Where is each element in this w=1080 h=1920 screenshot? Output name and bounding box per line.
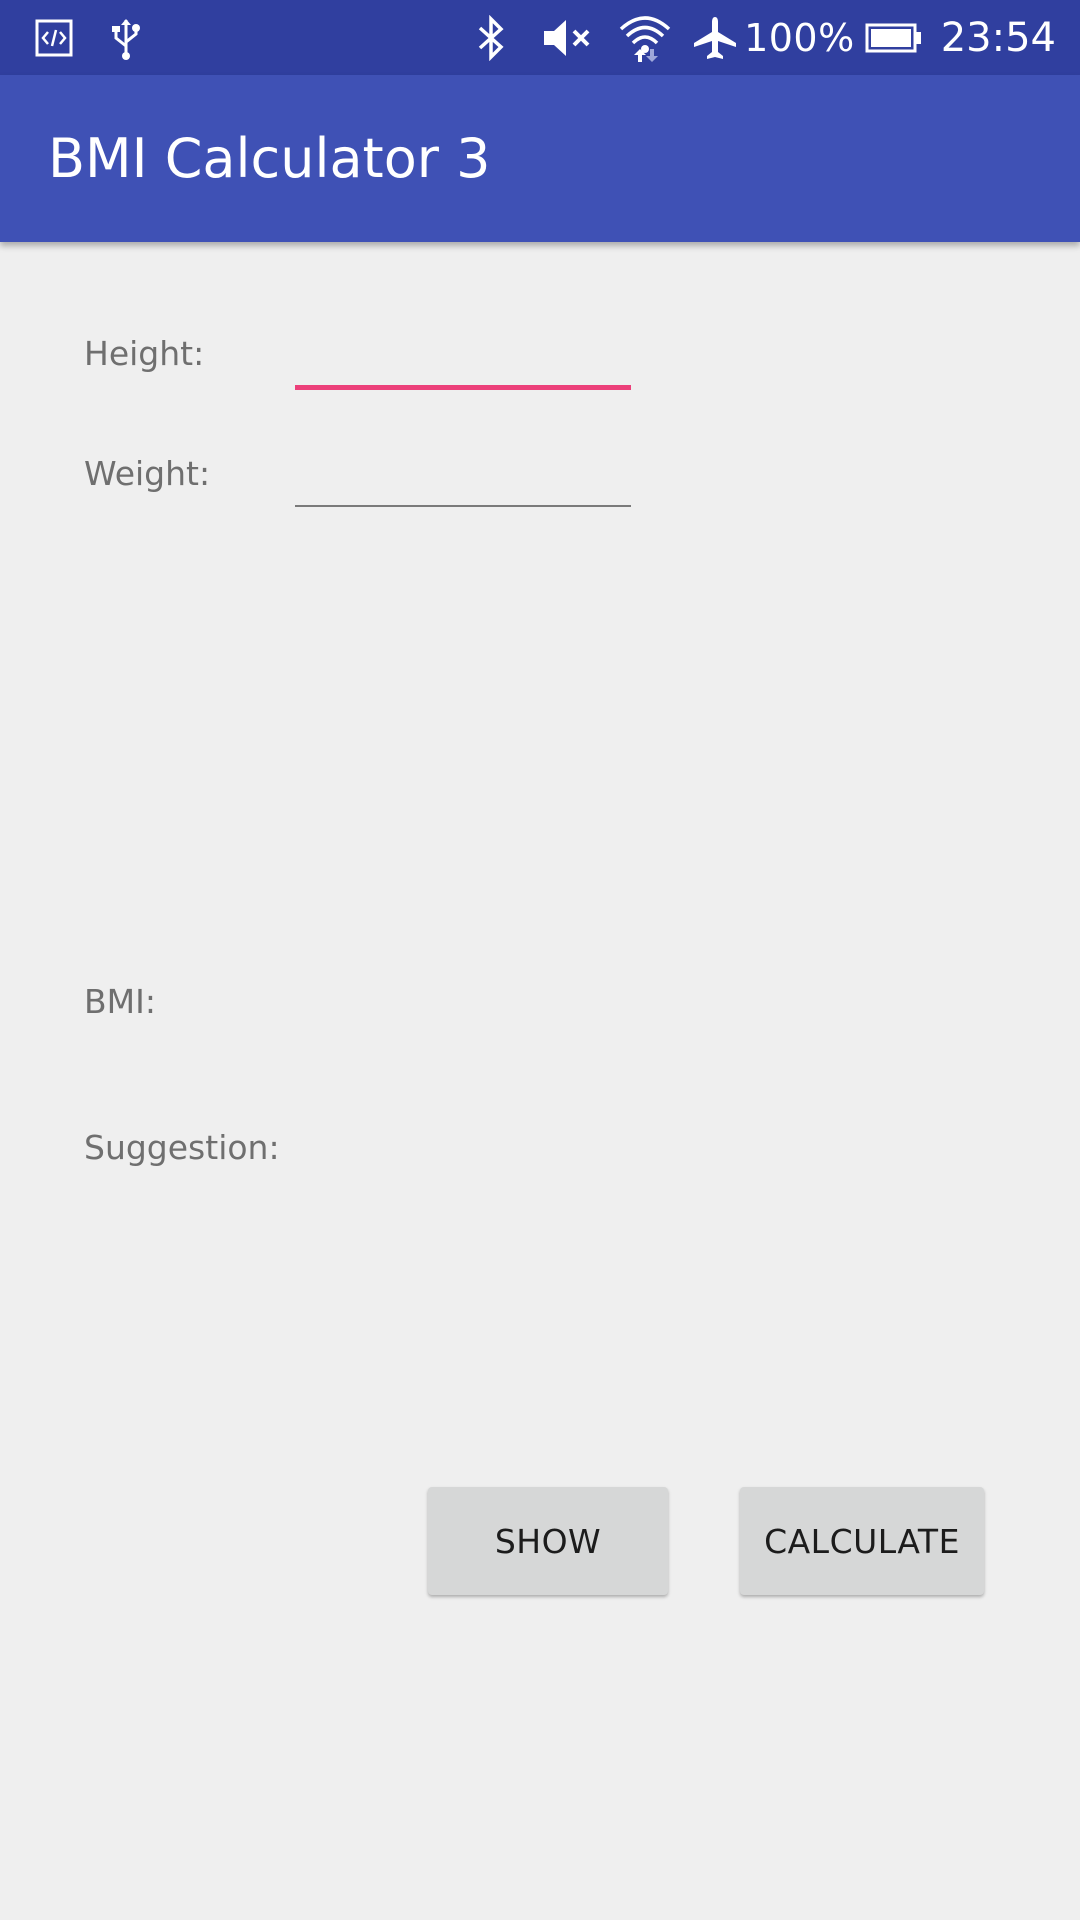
height-input-underline	[295, 385, 631, 390]
weight-input[interactable]	[295, 444, 631, 504]
height-input[interactable]	[295, 325, 631, 385]
show-button[interactable]: SHOW	[428, 1487, 668, 1595]
bluetooth-icon	[474, 15, 508, 61]
suggestion-label: Suggestion:	[84, 1128, 280, 1167]
calculate-button[interactable]: CALCULATE	[740, 1487, 984, 1595]
wifi-icon	[618, 13, 672, 63]
app-title: BMI Calculator 3	[48, 127, 491, 190]
weight-input-underline	[295, 505, 631, 507]
bmi-label: BMI:	[84, 982, 156, 1021]
app-bar: BMI Calculator 3	[0, 75, 1080, 242]
usb-icon	[108, 16, 144, 60]
height-label: Height:	[84, 334, 205, 373]
battery-percent: 100%	[744, 16, 855, 60]
weight-label: Weight:	[84, 454, 211, 493]
battery-icon	[865, 23, 923, 53]
mute-icon	[542, 16, 594, 60]
code-icon	[34, 18, 74, 58]
status-bar: 100% 23:54	[0, 0, 1080, 75]
clock: 23:54	[940, 15, 1056, 61]
airplane-icon	[692, 15, 738, 61]
